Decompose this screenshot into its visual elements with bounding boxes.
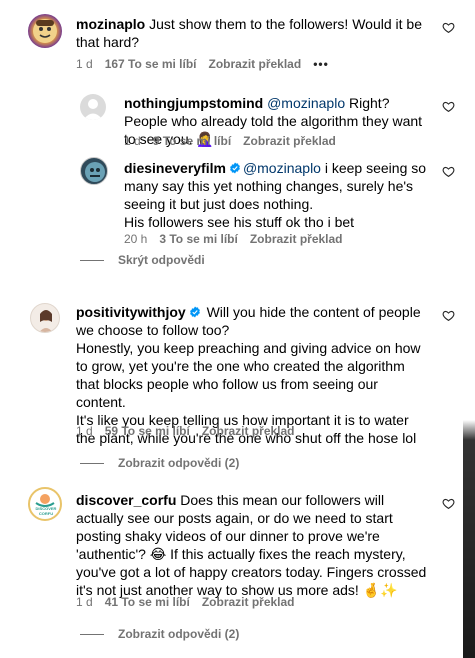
comment-text: discover_corfu Does this mean our follow… xyxy=(76,491,431,599)
likes-count[interactable]: 9 To se mi líbí xyxy=(153,134,231,148)
avatar-logo-bottom: CORFU xyxy=(38,511,54,516)
timestamp: 1 d xyxy=(76,424,93,438)
avatar[interactable] xyxy=(30,303,60,333)
reply-meta: 20 h 3 To se mi líbí Zobrazit překlad xyxy=(124,232,355,246)
view-replies-label: Zobrazit odpovědi (2) xyxy=(118,456,240,470)
username[interactable]: mozinaplo xyxy=(76,16,145,32)
avatar[interactable] xyxy=(80,157,108,185)
username[interactable]: discover_corfu xyxy=(76,492,176,508)
comment-text: mozinaplo Just show them to the follower… xyxy=(76,15,431,51)
username[interactable]: diesineveryfilm xyxy=(124,160,226,176)
verified-badge-icon xyxy=(229,162,240,174)
mention-link[interactable]: @mozinaplo xyxy=(267,95,345,111)
avatar[interactable] xyxy=(80,94,106,120)
comment-meta: 1 d 59 To se mi líbí Zobrazit překlad xyxy=(76,424,307,438)
timestamp: 1 d xyxy=(76,595,93,609)
timestamp: 1 d xyxy=(76,57,93,71)
thread-line xyxy=(80,462,104,464)
translate-link[interactable]: Zobrazit překlad xyxy=(250,232,343,246)
translate-link[interactable]: Zobrazit překlad xyxy=(202,424,295,438)
timestamp: 20 h xyxy=(124,232,148,246)
like-heart-icon[interactable] xyxy=(442,497,455,510)
timestamp: 1 d xyxy=(124,134,141,148)
verified-badge-icon xyxy=(189,306,200,318)
mention-link[interactable]: @mozinaplo xyxy=(243,160,321,176)
background-edge xyxy=(463,0,475,658)
like-heart-icon[interactable] xyxy=(442,21,455,34)
likes-count[interactable]: 41 To se mi líbí xyxy=(105,595,190,609)
like-heart-icon[interactable] xyxy=(442,309,455,322)
translate-link[interactable]: Zobrazit překlad xyxy=(209,57,302,71)
likes-count[interactable]: 3 To se mi líbí xyxy=(159,232,237,246)
hide-replies-button[interactable]: Skrýt odpovědi xyxy=(80,253,205,267)
reply-body-line2: His followers see his stuff ok tho i bet xyxy=(124,214,355,230)
thread-line xyxy=(80,633,104,635)
reply-text: diesineveryfilm @mozinaplo i keep seeing … xyxy=(124,159,434,231)
comment-body-line2: Honestly, you keep preaching and giving … xyxy=(76,340,421,410)
view-replies-button[interactable]: Zobrazit odpovědi (2) xyxy=(80,627,239,641)
username[interactable]: positivitywithjoy xyxy=(76,304,186,320)
username[interactable]: nothingjumpstomind xyxy=(124,95,263,111)
likes-count[interactable]: 59 To se mi líbí xyxy=(105,424,190,438)
thread-line xyxy=(80,259,104,261)
reply-meta: 1 d 9 To se mi líbí Zobrazit překlad xyxy=(124,134,348,148)
more-options-button[interactable]: ••• xyxy=(313,57,329,71)
avatar-logo-text: DISCOVER CORFU xyxy=(32,506,60,516)
comment-meta: 1 d 41 To se mi líbí Zobrazit překlad xyxy=(76,595,307,609)
like-heart-icon[interactable] xyxy=(442,165,455,178)
view-replies-label: Zobrazit odpovědi (2) xyxy=(118,627,240,641)
like-heart-icon[interactable] xyxy=(442,100,455,113)
translate-link[interactable]: Zobrazit překlad xyxy=(243,134,336,148)
likes-count[interactable]: 167 To se mi líbí xyxy=(105,57,197,71)
view-replies-button[interactable]: Zobrazit odpovědi (2) xyxy=(80,456,239,470)
translate-link[interactable]: Zobrazit překlad xyxy=(202,595,295,609)
comment-meta: 1 d 167 To se mi líbí Zobrazit překlad •… xyxy=(76,57,341,71)
hide-replies-label: Skrýt odpovědi xyxy=(118,253,205,267)
avatar[interactable] xyxy=(28,14,62,48)
